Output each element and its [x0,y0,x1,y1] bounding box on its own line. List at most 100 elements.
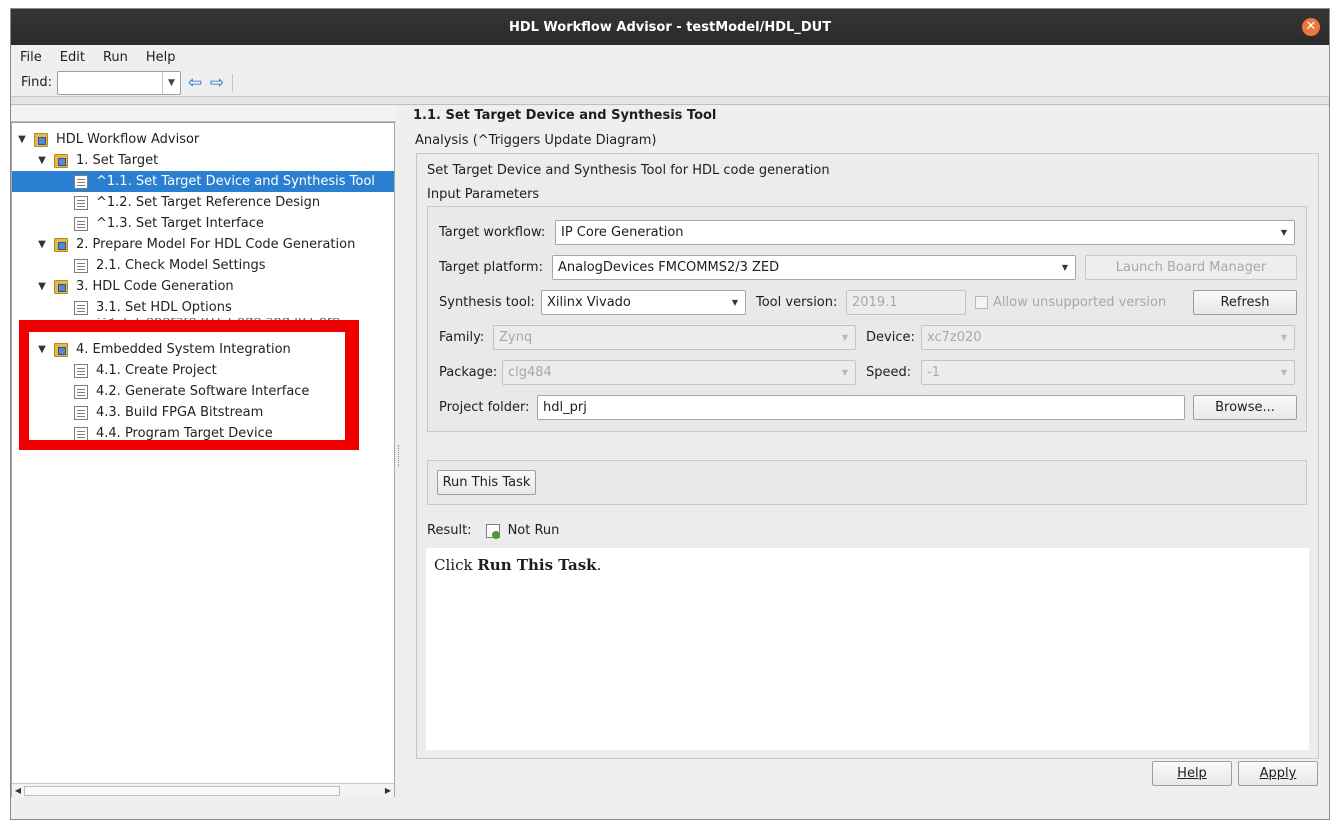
speed-select[interactable]: -1 ▼ [921,360,1295,385]
synthesis-tool-select[interactable]: Xilinx Vivado ▼ [541,290,746,315]
expand-icon[interactable]: ▼ [36,239,48,250]
not-run-icon [485,523,500,539]
project-folder-field[interactable]: hdl_prj [537,395,1185,420]
arrow-left-icon[interactable]: ⇦ [184,72,206,94]
tree-node-set-hdl-options[interactable]: 3.1. Set HDL Options [12,297,394,318]
title-bar: HDL Workflow Advisor - testModel/HDL_DUT… [11,9,1329,45]
tree-node-hdl-code-generation[interactable]: ▼ 3. HDL Code Generation [12,276,394,297]
analysis-group: Set Target Device and Synthesis Tool for… [416,153,1319,759]
tree-node-label: ^1.3. Set Target Interface [96,216,264,231]
menu-run[interactable]: Run [94,50,137,65]
chevron-down-icon: ▼ [731,298,738,307]
menu-help[interactable]: Help [137,50,185,65]
tree-node-label: 2.1. Check Model Settings [96,258,266,273]
menu-bar: File Edit Run Help [11,45,1329,69]
find-input[interactable]: ▼ [57,70,182,95]
input-parameters-label: Input Parameters [427,187,540,202]
tree-node-label: ^1.1. Set Target Device and Synthesis To… [96,174,375,189]
folder-icon [34,132,48,147]
output-text: Click Run This Task. [434,556,601,574]
family-value: Zynq [499,330,533,345]
tree-node-label: 3.1. Set HDL Options [96,300,232,315]
tree-node-set-target-device[interactable]: ^1.1. Set Target Device and Synthesis To… [12,171,394,192]
expand-icon[interactable]: ▼ [16,134,28,145]
horizontal-scrollbar[interactable]: ◀ ▶ [12,783,394,797]
task-icon [74,300,88,315]
toolbar-divider [11,97,1329,105]
splitter-handle[interactable] [398,445,402,467]
chevron-down-icon: ▼ [1280,228,1287,237]
tree-node-set-target-reference-design[interactable]: ^1.2. Set Target Reference Design [12,192,394,213]
tree-node-label: 4.4. Program Target Device [96,426,273,441]
project-folder-label: Project folder: [439,400,530,415]
analysis-label: Analysis (^Triggers Update Diagram) [415,133,657,148]
tree-node-embedded-system-integration[interactable]: ▼ 4. Embedded System Integration [12,339,394,360]
task-icon [74,174,88,189]
expand-icon[interactable]: ▼ [36,344,48,355]
speed-label: Speed: [866,365,912,380]
chevron-down-icon: ▼ [1280,333,1287,342]
scrollbar-thumb[interactable] [24,785,340,796]
output-suffix: . [596,556,602,574]
tree-header [11,106,396,122]
package-value: clg484 [508,365,552,380]
find-label: Find: [21,75,53,90]
help-label: Help [1177,766,1207,781]
tree-node-create-project[interactable]: 4.1. Create Project [12,360,394,381]
chevron-down-icon: ▼ [841,333,848,342]
scroll-left-icon[interactable]: ◀ [12,786,24,795]
refresh-button[interactable]: Refresh [1193,290,1297,315]
browse-button[interactable]: Browse... [1193,395,1297,420]
hdl-workflow-advisor-window: HDL Workflow Advisor - testModel/HDL_DUT… [10,8,1330,820]
family-label: Family: [439,330,485,345]
tree-node-set-target[interactable]: ▼ 1. Set Target [12,150,394,171]
allow-unsupported-checkbox[interactable] [975,296,988,309]
device-select[interactable]: xc7z020 ▼ [921,325,1295,350]
package-label: Package: [439,365,498,380]
tree-node-check-model-settings[interactable]: 2.1. Check Model Settings [12,255,394,276]
package-select[interactable]: clg484 ▼ [502,360,856,385]
task-icon [74,363,88,378]
scroll-right-icon[interactable]: ▶ [382,786,394,795]
folder-icon [54,153,68,168]
tree-node-label: ^3.2. Generate RTL Code and IP Core [96,318,340,329]
target-workflow-value: IP Core Generation [561,225,684,240]
chevron-down-icon: ▼ [1061,263,1068,272]
tree-node-build-fpga-bitstream[interactable]: 4.3. Build FPGA Bitstream [12,402,394,423]
launch-board-manager-button[interactable]: Launch Board Manager [1085,255,1297,280]
tree-node-generate-rtl-code[interactable]: ^3.2. Generate RTL Code and IP Core [12,318,394,330]
folder-icon [54,237,68,252]
target-platform-value: AnalogDevices FMCOMMS2/3 ZED [558,260,780,275]
run-this-task-button[interactable]: Run This Task [437,470,536,495]
task-tree[interactable]: ▼ HDL Workflow Advisor ▼ 1. Set Target ^… [11,122,395,797]
tree-list: ▼ HDL Workflow Advisor ▼ 1. Set Target ^… [12,129,394,444]
target-platform-select[interactable]: AnalogDevices FMCOMMS2/3 ZED ▼ [552,255,1076,280]
task-icon [74,258,88,273]
menu-file[interactable]: File [11,50,51,65]
task-icon [74,384,88,399]
expand-icon[interactable]: ▼ [36,281,48,292]
tree-node-program-target-device[interactable]: 4.4. Program Target Device [12,423,394,444]
close-icon[interactable]: ✕ [1302,18,1320,36]
tool-version-field[interactable]: 2019.1 [846,290,966,315]
target-workflow-select[interactable]: IP Core Generation ▼ [555,220,1295,245]
arrow-right-icon[interactable]: ⇨ [206,72,228,94]
scrollbar-track[interactable] [24,785,382,797]
tree-node-generate-software-interface[interactable]: 4.2. Generate Software Interface [12,381,394,402]
apply-button[interactable]: Apply [1238,761,1318,786]
tree-node-root[interactable]: ▼ HDL Workflow Advisor [12,129,394,150]
output-prefix: Click [434,556,478,574]
menu-edit[interactable]: Edit [51,50,94,65]
tree-node-prepare-model[interactable]: ▼ 2. Prepare Model For HDL Code Generati… [12,234,394,255]
help-button[interactable]: Help [1152,761,1232,786]
family-select[interactable]: Zynq ▼ [493,325,856,350]
task-icon [74,405,88,420]
folder-icon [54,342,68,357]
tree-node-set-target-interface[interactable]: ^1.3. Set Target Interface [12,213,394,234]
run-task-panel: Run This Task [427,460,1307,505]
toolbar-separator [232,73,234,92]
chevron-down-icon[interactable]: ▼ [162,71,180,94]
synthesis-tool-value: Xilinx Vivado [547,295,631,310]
expand-icon[interactable]: ▼ [36,155,48,166]
toolbar: Find: ▼ ⇦ ⇨ [11,69,1329,97]
